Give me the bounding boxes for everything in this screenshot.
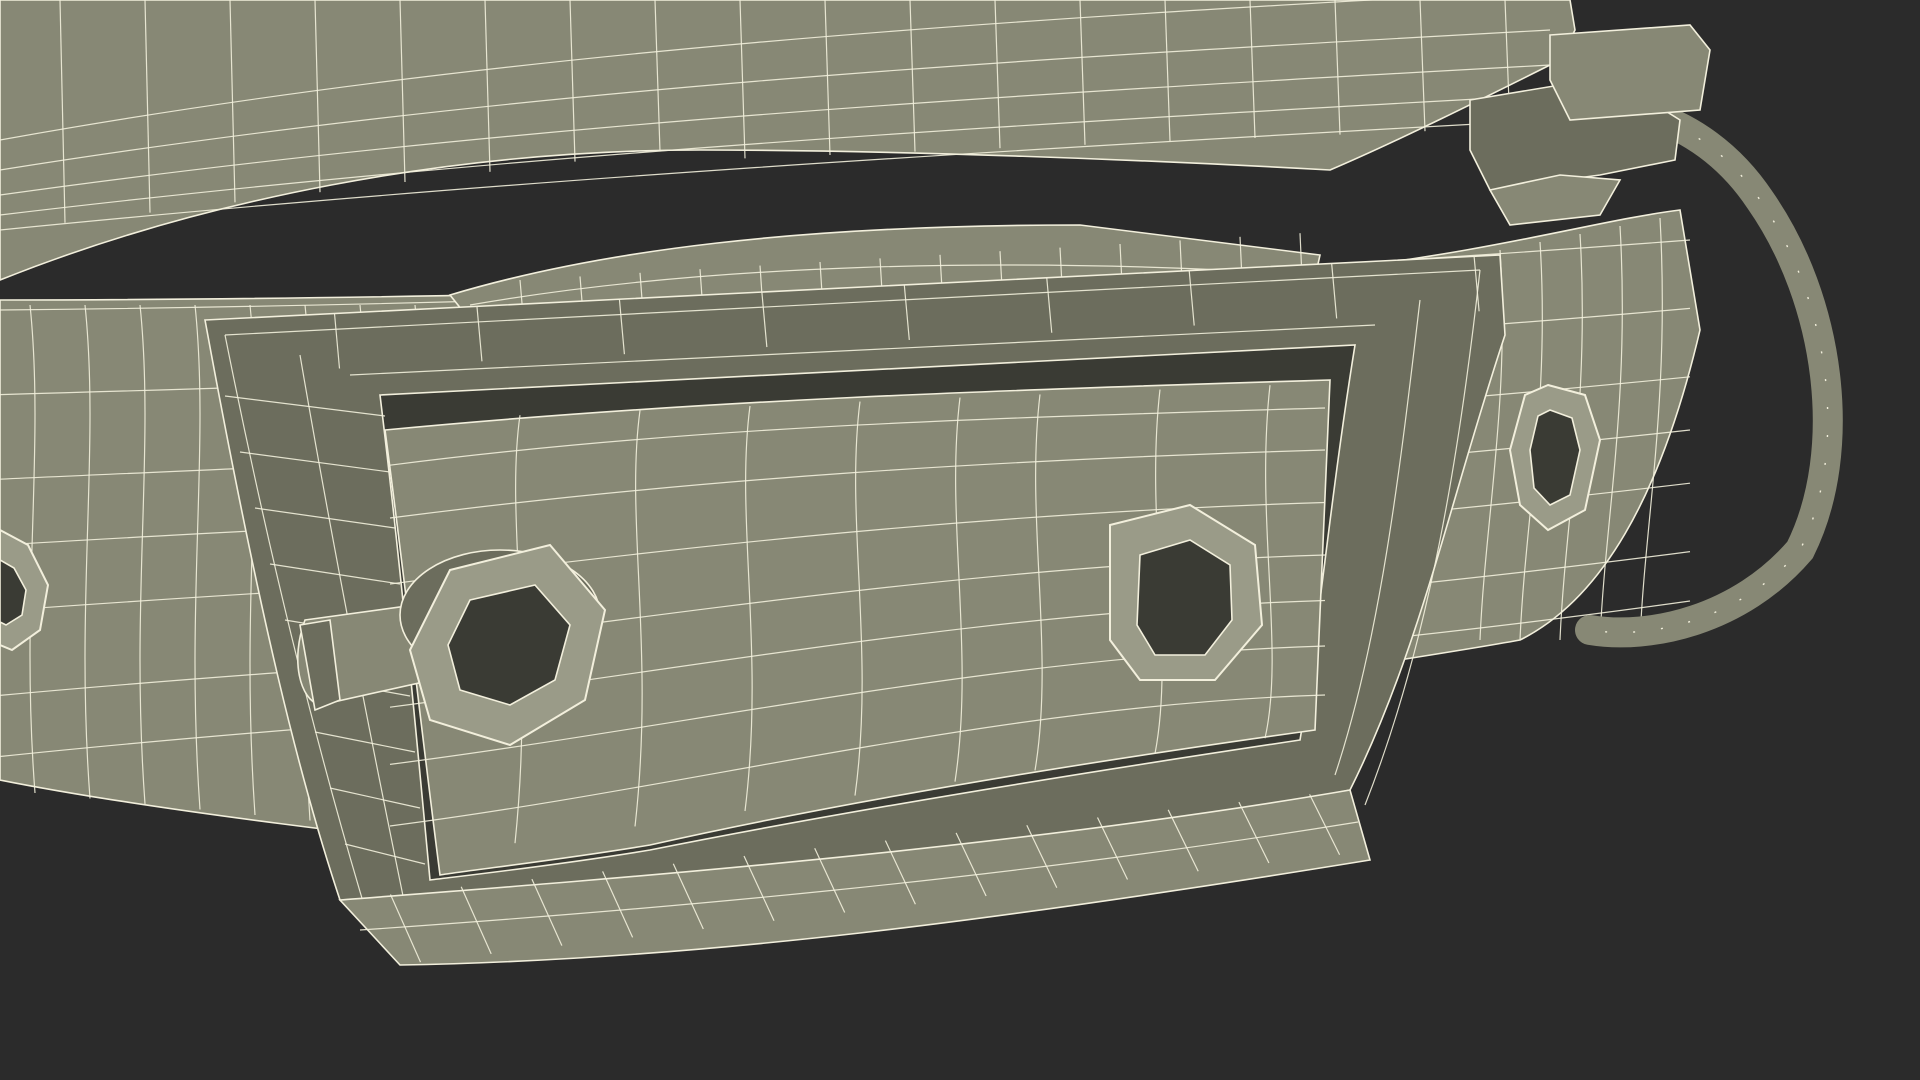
end-clasp [1549, 24, 1711, 121]
collar-wireframe-render: .surf{fill:#878875;stroke:#f2efdc;stroke… [0, 0, 1920, 1080]
